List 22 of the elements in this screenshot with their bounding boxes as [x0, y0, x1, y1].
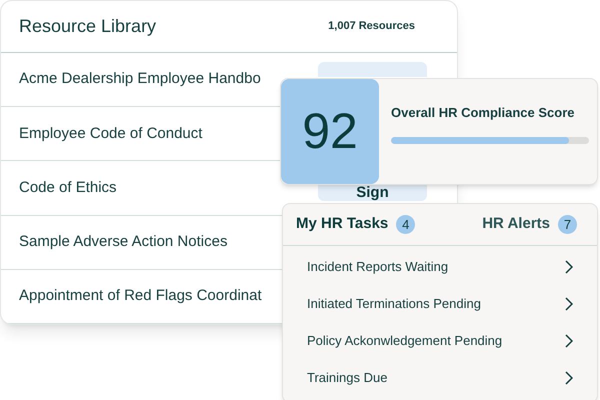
chevron-right-icon[interactable]: [565, 370, 573, 384]
chevron-right-icon[interactable]: [565, 296, 573, 310]
resource-title[interactable]: Code of Ethics: [19, 176, 117, 200]
card-title: Resource Library: [19, 15, 156, 38]
resource-title[interactable]: Acme Dealership Employee Handbo: [19, 68, 261, 91]
task-item[interactable]: Incident Reports Waiting: [307, 256, 448, 276]
chevron-right-icon[interactable]: [565, 334, 573, 348]
chevron-right-icon[interactable]: [565, 260, 573, 274]
sign-button[interactable]: Sign: [318, 184, 427, 202]
tab[interactable]: My HR Tasks: [296, 213, 388, 236]
score-value: 92: [281, 79, 379, 184]
score-title: Overall HR Compliance Score: [391, 104, 576, 122]
resource-title[interactable]: Appointment of Red Flags Coordinat: [19, 285, 262, 308]
count-badge: 7: [558, 215, 577, 234]
task-item[interactable]: Policy Ackonwledgement Pending: [307, 330, 502, 350]
task-item[interactable]: Trainings Due: [307, 368, 388, 388]
resource-count: 1,007 Resources: [328, 19, 415, 34]
task-item[interactable]: Initiated Terminations Pending: [307, 294, 481, 314]
resource-title[interactable]: Employee Code of Conduct: [19, 122, 202, 146]
count-badge: 4: [396, 215, 416, 234]
resource-title[interactable]: Sample Adverse Action Notices: [19, 230, 228, 254]
tab[interactable]: HR Alerts: [482, 213, 550, 236]
